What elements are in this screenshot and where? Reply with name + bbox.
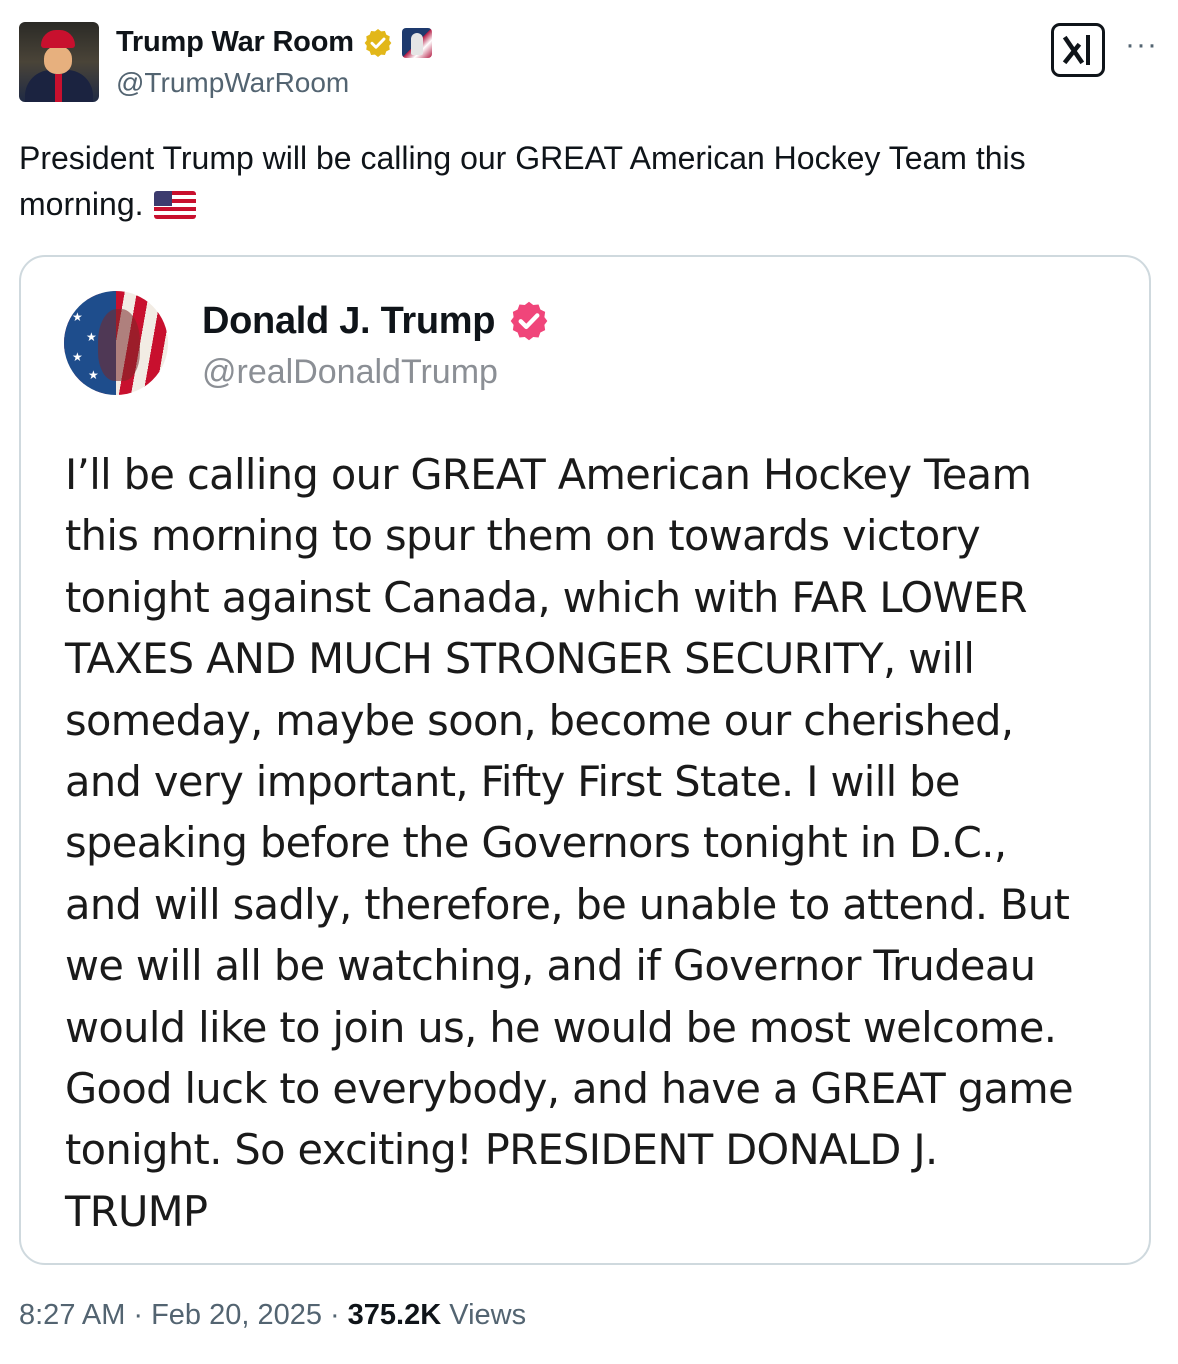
avatar-tie	[55, 74, 62, 102]
post-date[interactable]: Feb 20, 2025	[151, 1299, 322, 1332]
affiliate-badge-icon[interactable]	[401, 27, 432, 58]
meta-separator: ·	[330, 1299, 340, 1331]
gold-verified-badge-icon[interactable]	[362, 27, 394, 59]
avatar-face	[98, 309, 140, 381]
post-time[interactable]: 8:27 AM	[19, 1299, 125, 1332]
quoted-post-body: I’ll be calling our GREAT American Hocke…	[65, 450, 1074, 1236]
post-header: Trump War Room @TrumpWarRoom ···	[19, 22, 1158, 106]
pink-verified-badge-icon	[507, 299, 551, 343]
x-grok-logo-icon[interactable]	[1051, 23, 1105, 77]
views-count[interactable]: 375.2K	[348, 1299, 442, 1331]
more-options-icon[interactable]: ···	[1125, 30, 1158, 60]
post-meta: 8:27 AM · Feb 20, 2025 · 375.2K Views	[19, 1299, 526, 1332]
post-text: President Trump will be calling our GREA…	[19, 135, 1129, 227]
quoted-author-handle[interactable]: @realDonaldTrump	[202, 353, 498, 392]
author-name-row: Trump War Room	[116, 26, 432, 59]
author-handle[interactable]: @TrumpWarRoom	[116, 67, 349, 99]
quoted-author-display-name[interactable]: Donald J. Trump	[202, 300, 496, 343]
author-avatar[interactable]	[19, 22, 99, 102]
avatar-red-hat	[41, 30, 75, 48]
meta-separator: ·	[133, 1299, 144, 1331]
author-display-name[interactable]: Trump War Room	[116, 26, 354, 59]
quoted-post-card[interactable]: ★ ★ ★ ★ Donald J. Trump @realDonaldTrump…	[19, 255, 1151, 1265]
quoted-author-name-row: Donald J. Trump	[202, 299, 551, 343]
avatar-face	[44, 46, 72, 74]
us-flag-emoji	[153, 191, 196, 219]
views-label: Views	[449, 1299, 527, 1331]
quoted-author-avatar[interactable]: ★ ★ ★ ★	[64, 291, 168, 395]
